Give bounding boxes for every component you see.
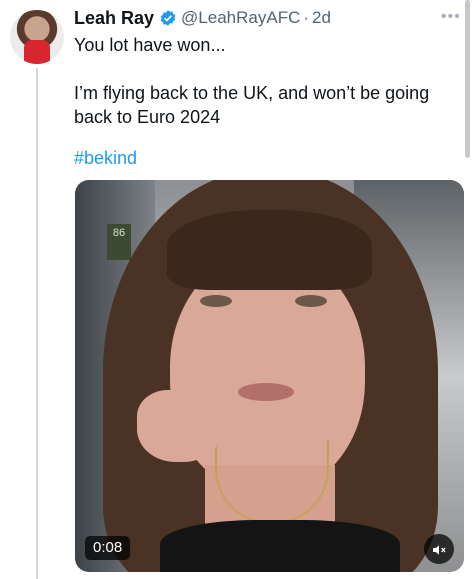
more-dots-icon[interactable]: •••: [441, 8, 461, 26]
muted-speaker-icon[interactable]: [424, 534, 454, 564]
header-separator: ·: [303, 8, 310, 27]
person-eye-left: [200, 295, 232, 307]
tweet-text-line-2: I’m flying back to the UK, and won’t be …: [74, 83, 430, 127]
tweet-text: You lot have won... I’m flying back to t…: [74, 33, 454, 129]
thread-connector-line: [36, 68, 38, 579]
person-bangs: [167, 210, 372, 290]
avatar-shirt: [24, 40, 50, 64]
tweet-text-line-1: You lot have won...: [74, 35, 226, 55]
display-name[interactable]: Leah Ray: [74, 8, 154, 29]
hashtag-link[interactable]: #bekind: [74, 148, 137, 169]
timestamp[interactable]: 2d: [312, 8, 331, 28]
person-top: [160, 520, 400, 572]
person-lips: [238, 383, 294, 401]
verified-badge-icon: [160, 10, 176, 26]
user-handle[interactable]: @LeahRayAFC: [181, 8, 300, 28]
tweet-header: Leah Ray @LeahRayAFC · 2d: [74, 7, 331, 29]
scrollbar[interactable]: [465, 0, 470, 158]
avatar[interactable]: [10, 10, 64, 64]
video-player[interactable]: 86 0:08: [75, 180, 464, 572]
person-eye-right: [295, 295, 327, 307]
video-duration-badge: 0:08: [85, 536, 131, 560]
background-sign: 86: [107, 224, 131, 260]
